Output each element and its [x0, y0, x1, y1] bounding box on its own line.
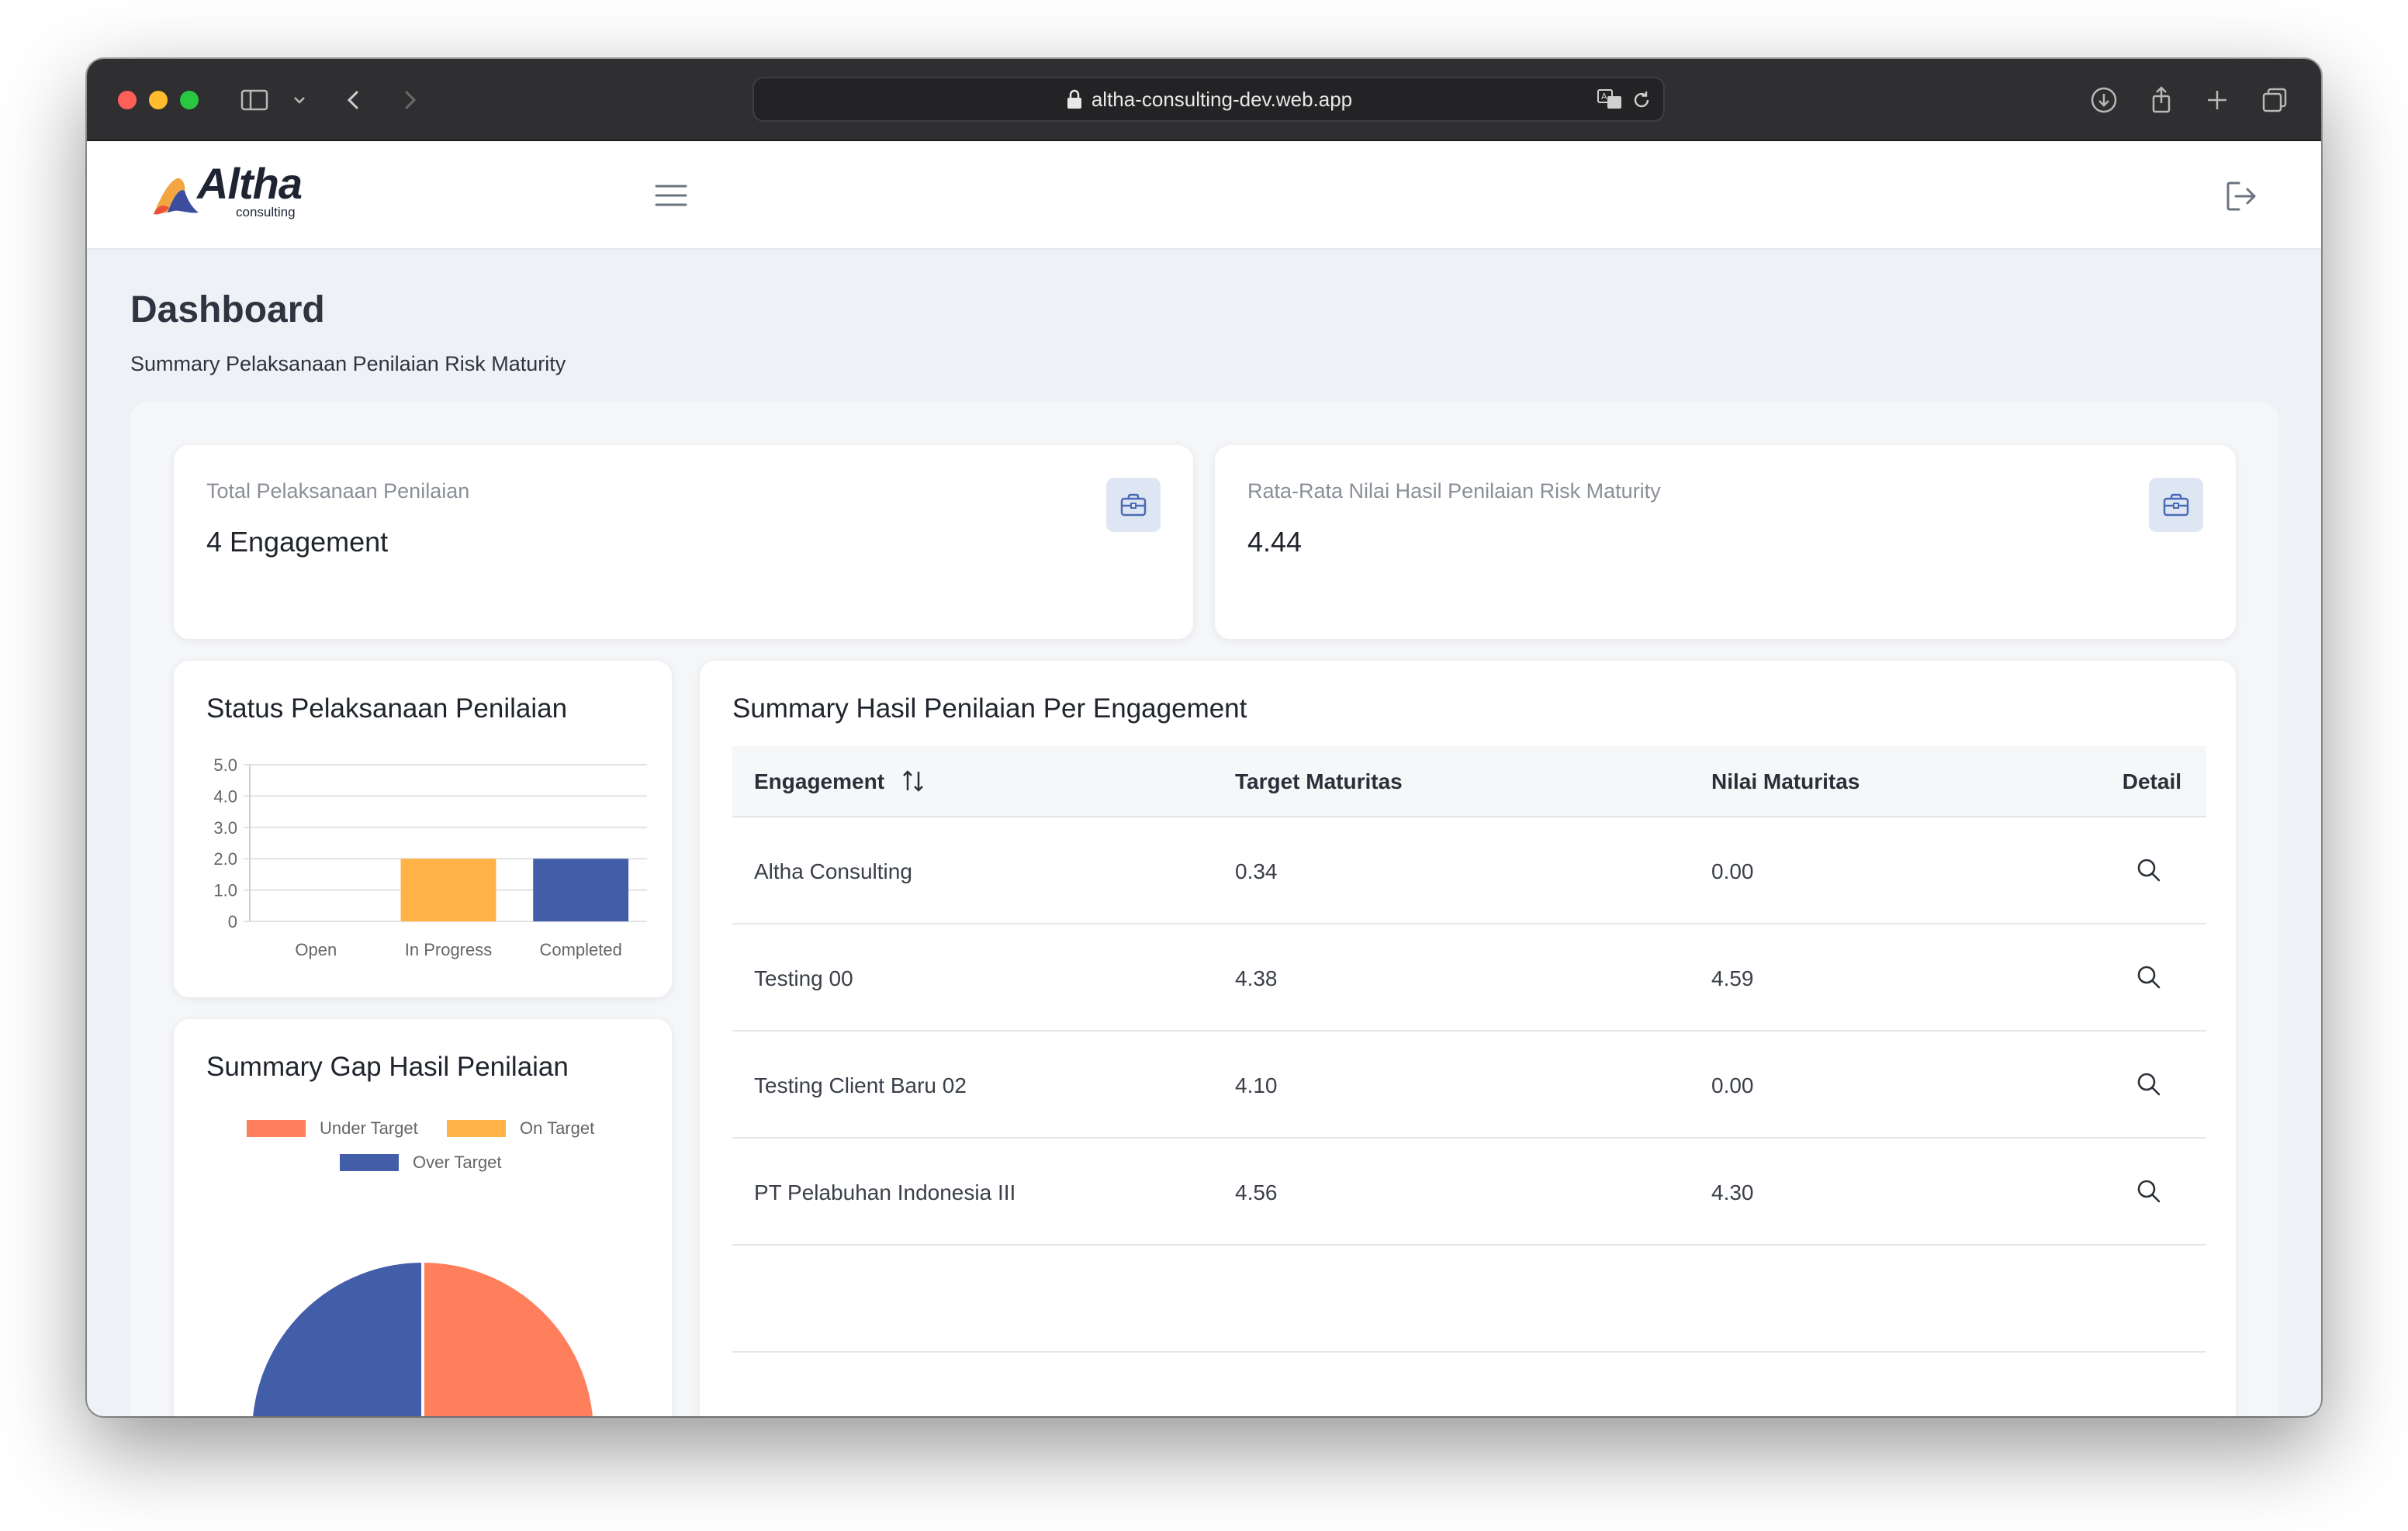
legend-swatch — [247, 1120, 306, 1137]
legend-swatch — [340, 1154, 399, 1171]
search-icon[interactable] — [2135, 1177, 2163, 1205]
cell-nilai: 4.30 — [1711, 1180, 1754, 1204]
status-chart-card: Status Pelaksanaan Penilaian 0 1.0 2.0 3.0 4… — [174, 661, 672, 997]
dashboard-panel: Total Pelaksanaan Penilaian 4 Engagement… — [130, 402, 2279, 1416]
search-icon[interactable] — [2135, 963, 2163, 991]
maximize-window-button[interactable] — [180, 91, 199, 109]
table-row: Altha Consulting 0.34 0.00 — [732, 817, 2206, 924]
legend-on-target[interactable]: On Target — [447, 1118, 594, 1139]
legend-label: On Target — [520, 1118, 595, 1138]
x-tick-label: In Progress — [405, 940, 493, 959]
tabs-overview-icon[interactable] — [2259, 85, 2290, 116]
status-bar-chart: 0 1.0 2.0 3.0 4.0 5.0 Open In Progress Completed — [213, 755, 647, 959]
x-tick-label: Completed — [539, 940, 621, 959]
cell-target: 4.56 — [1235, 1180, 1278, 1204]
y-tick-label: 3.0 — [213, 818, 237, 838]
cell-engagement: Testing 00 — [754, 966, 853, 990]
stat-value: 4.44 — [1247, 526, 1303, 558]
cell-target: 4.38 — [1235, 966, 1278, 990]
y-tick-label: 1.0 — [213, 881, 237, 900]
bar-completed — [533, 859, 629, 921]
stat-label: Rata-Rata Nilai Hasil Penilaian Risk Mat… — [1247, 479, 1661, 503]
cell-engagement: PT Pelabuhan Indonesia III — [754, 1180, 1016, 1204]
legend-label: Under Target — [320, 1118, 418, 1138]
card-title: Status Pelaksanaan Penilaian — [206, 693, 568, 724]
back-icon[interactable] — [338, 85, 369, 116]
cell-nilai: 0.00 — [1711, 1073, 1754, 1097]
pie-slice-over-target — [250, 1259, 424, 1416]
page-subtitle: Summary Pelaksanaan Penilaian Risk Matur… — [130, 352, 566, 375]
legend-under-target[interactable]: Under Target — [247, 1118, 418, 1139]
stat-label: Total Pelaksanaan Penilaian — [206, 479, 470, 503]
cell-engagement: Altha Consulting — [754, 859, 912, 883]
page-title: Dashboard — [130, 289, 325, 330]
stat-card-average: Rata-Rata Nilai Hasil Penilaian Risk Mat… — [1215, 445, 2236, 639]
search-icon[interactable] — [2135, 1070, 2163, 1098]
engagement-table: Engagement Target Maturitas Nilai Maturi… — [732, 746, 2206, 1353]
new-tab-icon[interactable] — [2202, 85, 2233, 116]
column-header-detail: Detail — [2122, 769, 2181, 793]
table-header: Engagement Target Maturitas Nilai Maturi… — [732, 746, 2206, 817]
svg-text:A: A — [1601, 92, 1607, 102]
minimize-window-button[interactable] — [149, 91, 168, 109]
table-row: PT Pelabuhan Indonesia III 4.56 4.30 — [732, 1139, 2206, 1246]
card-title: Summary Hasil Penilaian Per Engagement — [732, 693, 1247, 724]
y-tick-label: 4.0 — [213, 786, 237, 806]
stat-card-total: Total Pelaksanaan Penilaian 4 Engagement — [174, 445, 1193, 639]
column-header-nilai: Nilai Maturitas — [1711, 769, 1860, 793]
share-icon[interactable] — [2146, 85, 2177, 116]
search-icon[interactable] — [2135, 856, 2163, 884]
address-bar[interactable]: altha-consulting-dev.web.app A — [752, 77, 1665, 122]
y-tick-label: 0 — [228, 912, 237, 931]
column-header-target: Target Maturitas — [1235, 769, 1403, 793]
legend-label: Over Target — [413, 1153, 502, 1172]
x-tick-label: Open — [295, 940, 337, 959]
translate-icon[interactable]: A — [1597, 88, 1624, 111]
address-text: altha-consulting-dev.web.app — [1091, 87, 1353, 111]
column-header-label: Engagement — [754, 769, 885, 793]
pie-slice-under-target — [421, 1259, 596, 1416]
gap-chart-card: Summary Gap Hasil Penilaian Under Target… — [174, 1019, 672, 1416]
cell-nilai: 0.00 — [1711, 859, 1754, 883]
cell-target: 4.10 — [1235, 1073, 1278, 1097]
browser-window: altha-consulting-dev.web.app A Altha con… — [87, 59, 2321, 1416]
lock-icon — [1067, 89, 1081, 109]
forward-icon[interactable] — [394, 85, 425, 116]
sidebar-toggle-icon[interactable] — [239, 85, 270, 116]
logout-icon[interactable] — [2223, 178, 2259, 214]
reload-icon[interactable] — [1631, 89, 1652, 111]
logo-subtext: consulting — [236, 205, 296, 219]
app-header: Altha consulting — [87, 141, 2321, 250]
sort-icon[interactable] — [901, 769, 925, 793]
chevron-down-icon[interactable] — [290, 85, 309, 116]
logo-wordmark: Altha — [197, 159, 303, 208]
briefcase-icon — [1106, 478, 1161, 532]
cell-nilai: 4.59 — [1711, 966, 1754, 990]
card-title: Summary Gap Hasil Penilaian — [206, 1052, 569, 1082]
browser-toolbar: altha-consulting-dev.web.app A — [87, 59, 2321, 141]
table-empty-row — [732, 1246, 2206, 1353]
cell-engagement: Testing Client Baru 02 — [754, 1073, 967, 1097]
y-tick-label: 2.0 — [213, 849, 237, 869]
close-window-button[interactable] — [118, 91, 137, 109]
y-tick-label: 5.0 — [213, 755, 237, 775]
table-row: Testing Client Baru 02 4.10 0.00 — [732, 1032, 2206, 1139]
download-icon[interactable] — [2088, 85, 2119, 116]
table-row: Testing 00 4.38 4.59 — [732, 924, 2206, 1032]
cell-target: 0.34 — [1235, 859, 1278, 883]
legend-over-target[interactable]: Over Target — [340, 1153, 502, 1173]
engagement-table-card: Summary Hasil Penilaian Per Engagement E… — [700, 661, 2236, 1416]
gap-pie-chart — [250, 1259, 596, 1416]
column-header-engagement[interactable]: Engagement — [754, 769, 925, 794]
table-body: Altha Consulting 0.34 0.00 Testing 00 4.38 4.… — [732, 817, 2206, 1246]
menu-icon[interactable] — [653, 180, 689, 211]
legend-swatch — [447, 1120, 506, 1137]
stat-value: 4 Engagement — [206, 526, 389, 558]
bar-in-progress — [400, 859, 496, 921]
briefcase-icon — [2149, 478, 2203, 532]
